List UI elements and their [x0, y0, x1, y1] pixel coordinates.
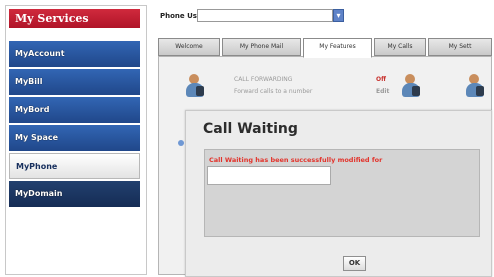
sidebar-item-mybill[interactable]: MyBill	[9, 69, 140, 95]
phone-user-icon	[184, 74, 206, 100]
phone-user-icon	[400, 74, 422, 100]
ok-button[interactable]: OK	[343, 256, 366, 271]
sidebar-item-mydomain[interactable]: MyDomain	[9, 181, 140, 207]
sidebar-header: My Services	[9, 9, 140, 28]
phone-user-icon	[464, 74, 486, 100]
services-sidebar: My Services MyAccount MyBill MyBord My S…	[5, 5, 147, 275]
feature-title: CALL FORWARDING	[234, 76, 293, 83]
feature-row: CALL FORWARDING Forward calls to a numbe…	[178, 64, 490, 104]
feature-subtitle: Forward calls to a number	[234, 88, 313, 95]
tab-my-calls[interactable]: My Calls	[374, 38, 426, 56]
message-field	[207, 166, 331, 185]
bullet-icon	[178, 140, 184, 146]
tab-my-phone-mail[interactable]: My Phone Mail	[222, 38, 301, 56]
tab-my-features[interactable]: My Features	[303, 38, 372, 58]
sidebar-nav: MyAccount MyBill MyBord My Space MyPhone…	[9, 41, 140, 209]
call-waiting-dialog: Call Waiting Call Waiting has been succe…	[185, 110, 492, 277]
dialog-body: Call Waiting has been successfully modif…	[204, 149, 480, 237]
feature-status: Off	[376, 76, 386, 83]
dialog-title: Call Waiting	[203, 121, 298, 137]
tab-welcome[interactable]: Welcome	[158, 38, 220, 56]
confirmation-message: Call Waiting has been successfully modif…	[209, 156, 383, 164]
feature-edit-link[interactable]: Edit	[376, 88, 389, 95]
phone-user-select[interactable]	[197, 9, 333, 22]
sidebar-item-myspace[interactable]: My Space	[9, 125, 140, 151]
sidebar-item-myaccount[interactable]: MyAccount	[9, 41, 140, 67]
sidebar-item-mybord[interactable]: MyBord	[9, 97, 140, 123]
chevron-down-icon[interactable]: ▾	[333, 9, 344, 22]
tab-bar: Welcome My Phone Mail My Features My Cal…	[158, 38, 492, 58]
tab-my-settings[interactable]: My Sett	[428, 38, 492, 56]
sidebar-item-myphone[interactable]: MyPhone	[9, 153, 140, 179]
